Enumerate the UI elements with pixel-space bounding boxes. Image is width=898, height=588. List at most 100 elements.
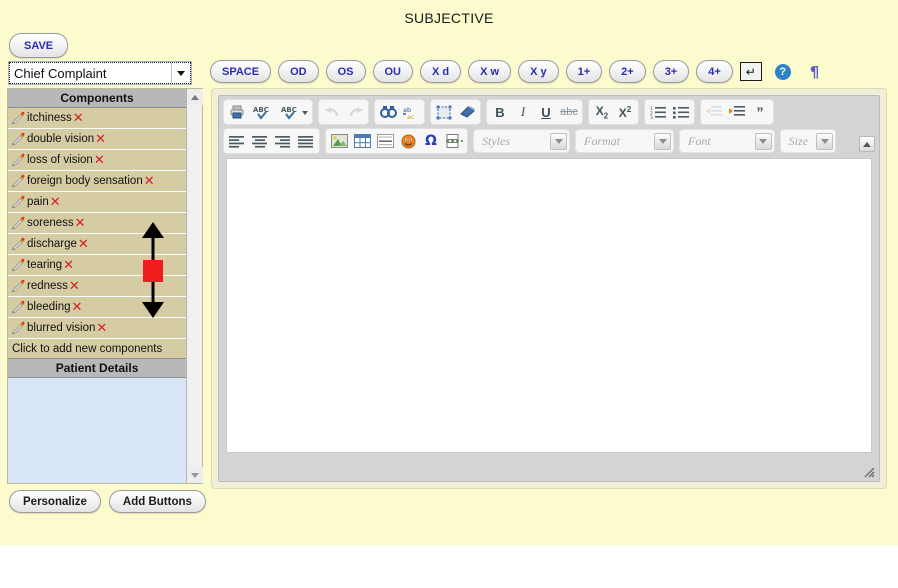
horizontal-rule-icon[interactable] (374, 130, 396, 152)
scroll-down-icon[interactable] (187, 467, 204, 483)
image-icon[interactable] (328, 130, 350, 152)
component-row[interactable]: bleeding ✕ (8, 297, 187, 318)
delete-component-icon[interactable]: ✕ (144, 175, 155, 188)
undo-icon[interactable] (321, 101, 343, 123)
chevron-down-icon[interactable] (550, 132, 567, 150)
replace-icon[interactable]: ab ac (400, 101, 422, 123)
quick-button-3-[interactable]: 3+ (652, 60, 690, 83)
size-combo[interactable]: Size (779, 129, 837, 153)
save-button[interactable]: SAVE (9, 33, 69, 58)
component-row[interactable]: double vision ✕ (8, 129, 187, 150)
format-combo[interactable]: Format (575, 129, 674, 153)
component-row[interactable]: blurred vision ✕ (8, 318, 187, 339)
component-row[interactable]: itchiness ✕ (8, 108, 187, 129)
smiley-icon[interactable] (397, 130, 419, 152)
quick-button-ou[interactable]: OU (372, 60, 413, 83)
delete-component-icon[interactable]: ✕ (73, 112, 84, 125)
delete-component-icon[interactable]: ✕ (95, 133, 106, 146)
pencil-icon[interactable] (11, 300, 25, 314)
resize-grip-icon[interactable] (861, 464, 875, 478)
editor-content-area[interactable] (226, 158, 872, 453)
quick-button-x-d[interactable]: X d (420, 60, 462, 83)
remove-format-icon[interactable] (456, 101, 478, 123)
blockquote-icon[interactable]: ” (749, 101, 771, 123)
delete-component-icon[interactable]: ✕ (78, 238, 89, 251)
delete-component-icon[interactable]: ✕ (50, 196, 61, 209)
delete-component-icon[interactable]: ✕ (94, 154, 105, 167)
italic-icon[interactable]: I (512, 101, 534, 123)
collapse-toolbar-icon[interactable] (859, 136, 875, 152)
justify-icon[interactable] (295, 130, 317, 152)
quick-button-os[interactable]: OS (325, 60, 366, 83)
quick-button-space[interactable]: SPACE (210, 60, 272, 83)
select-all-icon[interactable] (433, 101, 455, 123)
strikethrough-icon[interactable]: abc (558, 101, 580, 123)
align-right-icon[interactable] (272, 130, 294, 152)
pencil-icon[interactable] (11, 321, 25, 335)
delete-component-icon[interactable]: ✕ (96, 322, 107, 335)
pencil-icon[interactable] (11, 111, 25, 125)
toolbar-group-align (223, 128, 320, 154)
pencil-icon[interactable] (11, 132, 25, 146)
font-combo[interactable]: Font (679, 129, 775, 153)
bulleted-list-icon[interactable] (670, 101, 692, 123)
underline-icon[interactable]: U (535, 101, 557, 123)
quick-button-1-[interactable]: 1+ (565, 60, 603, 83)
component-row[interactable]: discharge ✕ (8, 234, 187, 255)
numbered-list-icon[interactable]: 123 (647, 101, 669, 123)
chief-complaint-select[interactable]: Chief Complaint (8, 61, 192, 85)
indent-icon[interactable] (726, 101, 748, 123)
delete-component-icon[interactable]: ✕ (69, 280, 80, 293)
pilcrow-icon[interactable]: ¶ (810, 63, 820, 81)
delete-component-icon[interactable]: ✕ (63, 259, 74, 272)
pencil-icon[interactable] (11, 258, 25, 272)
delete-component-icon[interactable]: ✕ (71, 301, 82, 314)
pencil-icon[interactable] (11, 174, 25, 188)
quick-button-2-[interactable]: 2+ (609, 60, 646, 83)
component-row[interactable]: tearing ✕ (8, 255, 187, 276)
pencil-icon[interactable] (11, 153, 25, 167)
styles-combo[interactable]: Styles (473, 129, 570, 153)
quick-button-od[interactable]: OD (278, 60, 319, 83)
pencil-icon[interactable] (11, 237, 25, 251)
add-component-row[interactable]: Click to add new components (8, 339, 187, 359)
bold-icon[interactable]: B (489, 101, 511, 123)
spellcheck-options-icon[interactable]: ABC (280, 101, 310, 123)
pencil-icon[interactable] (11, 216, 25, 230)
component-row[interactable]: soreness ✕ (8, 213, 187, 234)
pencil-icon[interactable] (11, 279, 25, 293)
delete-component-icon[interactable]: ✕ (75, 217, 86, 230)
pencil-icon[interactable] (11, 195, 25, 209)
help-icon[interactable]: ? (774, 63, 791, 80)
add-buttons-button[interactable]: Add Buttons (108, 490, 206, 513)
chevron-down-icon[interactable] (654, 132, 671, 150)
scroll-up-icon[interactable] (187, 89, 204, 105)
page-break-icon[interactable] (443, 130, 465, 152)
component-row[interactable]: loss of vision ✕ (8, 150, 187, 171)
quick-button-4-[interactable]: 4+ (696, 60, 733, 83)
component-row[interactable]: redness ✕ (8, 276, 187, 297)
chevron-down-icon[interactable] (754, 132, 772, 150)
subscript-icon[interactable]: X2 (591, 101, 613, 123)
special-character-icon[interactable]: Ω (420, 130, 442, 152)
component-row[interactable]: pain ✕ (8, 192, 187, 213)
toolbar-group-script: X2 X2 (588, 99, 639, 125)
table-icon[interactable] (351, 130, 373, 152)
quick-button-x-y[interactable]: X y (518, 60, 559, 83)
chevron-down-icon[interactable] (816, 132, 834, 150)
quick-button-x-w[interactable]: X w (468, 60, 512, 83)
chevron-down-icon[interactable] (171, 63, 190, 83)
personalize-button[interactable]: Personalize (9, 490, 101, 513)
print-icon[interactable] (226, 101, 248, 123)
enter-key-icon[interactable]: ↵ (739, 62, 762, 81)
outdent-icon[interactable] (703, 101, 725, 123)
align-center-icon[interactable] (249, 130, 271, 152)
find-icon[interactable] (377, 101, 399, 123)
align-left-icon[interactable] (226, 130, 248, 152)
spellcheck-icon[interactable]: ABC (249, 101, 279, 123)
superscript-icon[interactable]: X2 (614, 101, 636, 123)
redo-icon[interactable] (344, 101, 366, 123)
toolbar-group-basic-styles: B I U abc (486, 99, 583, 125)
components-scrollbar[interactable] (186, 89, 204, 483)
component-row[interactable]: foreign body sensation ✕ (8, 171, 187, 192)
